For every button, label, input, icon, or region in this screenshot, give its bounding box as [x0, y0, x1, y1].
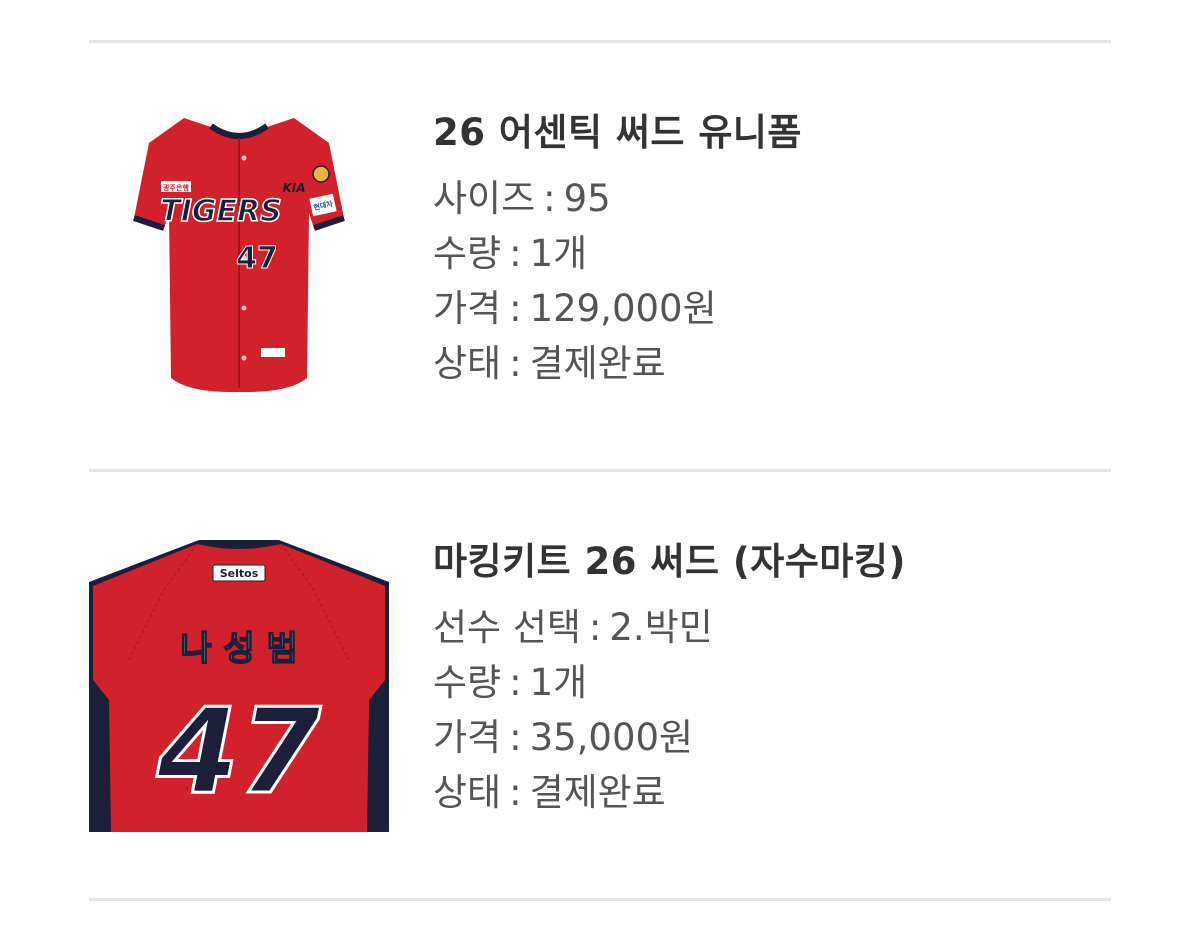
- kia-logo: KIA: [282, 181, 305, 195]
- detail-row-price: 가격:35,000원: [433, 710, 1111, 765]
- detail-label: 가격: [433, 716, 502, 759]
- team-wordmark: TIGERS: [160, 194, 281, 229]
- detail-row-status: 상태: 결제완료: [433, 765, 1111, 820]
- jersey-number-marking: 47: [156, 682, 321, 820]
- detail-separator: :: [509, 342, 522, 385]
- jersey-number: 47: [236, 241, 278, 276]
- player-name-marking: 나 성 범: [180, 629, 298, 669]
- jersey-front-image: 광주은행 KIA TIGERS 47 현대차: [133, 118, 345, 393]
- sponsor-left-text: 광주은행: [163, 183, 189, 192]
- detail-value: 1개: [529, 661, 588, 704]
- detail-row-price: 가격:129,000원: [433, 281, 1111, 336]
- detail-label: 가격: [433, 287, 502, 330]
- divider-bottom: [89, 898, 1111, 901]
- detail-label: 사이즈: [433, 177, 536, 220]
- detail-value: 결제완료: [529, 771, 666, 814]
- product-thumbnail[interactable]: Seltos 나 성 범 47: [89, 540, 389, 840]
- detail-label: 상태: [433, 342, 502, 385]
- order-item[interactable]: 광주은행 KIA TIGERS 47 현대차 26 어센틱 써드 유니폼 사이즈…: [89, 43, 1111, 469]
- jersey-hem-tag: [261, 348, 285, 357]
- detail-label: 수량: [433, 661, 502, 704]
- detail-label: 상태: [433, 771, 502, 814]
- sponsor-text: Seltos: [220, 567, 259, 580]
- detail-separator: :: [543, 177, 556, 220]
- product-thumbnail[interactable]: 광주은행 KIA TIGERS 47 현대차: [89, 108, 389, 408]
- detail-value: 2.박민: [609, 606, 713, 649]
- detail-value: 1개: [529, 232, 588, 275]
- team-emblem: [312, 165, 330, 183]
- detail-value: 결제완료: [529, 342, 666, 385]
- product-title[interactable]: 26 어센틱 써드 유니폼: [433, 111, 1111, 155]
- detail-label: 선수 선택: [433, 606, 581, 649]
- detail-separator: :: [509, 661, 522, 704]
- detail-row-quantity: 수량:1개: [433, 655, 1111, 710]
- detail-separator: :: [509, 287, 522, 330]
- detail-separator: :: [509, 771, 522, 814]
- product-title[interactable]: 마킹키트 26 써드 (자수마킹): [433, 540, 1111, 584]
- detail-separator: :: [509, 232, 522, 275]
- order-items-page: 광주은행 KIA TIGERS 47 현대차 26 어센틱 써드 유니폼 사이즈…: [0, 0, 1200, 951]
- detail-row-status: 상태: 결제완료: [433, 336, 1111, 391]
- detail-label: 수량: [433, 232, 502, 275]
- item-info: 26 어센틱 써드 유니폼 사이즈:95 수량:1개 가격:129,000원 상…: [433, 111, 1111, 391]
- order-item[interactable]: Seltos 나 성 범 47 마킹키트 26 써드 (자수마킹) 선수 선택:…: [89, 472, 1111, 898]
- detail-row-quantity: 수량:1개: [433, 226, 1111, 281]
- item-info: 마킹키트 26 써드 (자수마킹) 선수 선택:2.박민 수량:1개 가격:35…: [433, 540, 1111, 820]
- detail-value: 95: [563, 177, 611, 220]
- jersey-back-image: Seltos 나 성 범 47: [89, 540, 389, 832]
- detail-value: 129,000원: [529, 287, 717, 330]
- detail-row-size: 사이즈:95: [433, 171, 1111, 226]
- detail-separator: :: [509, 716, 522, 759]
- detail-separator: :: [588, 606, 602, 649]
- detail-value: 35,000원: [529, 716, 694, 759]
- detail-row-player: 선수 선택:2.박민: [433, 600, 1111, 655]
